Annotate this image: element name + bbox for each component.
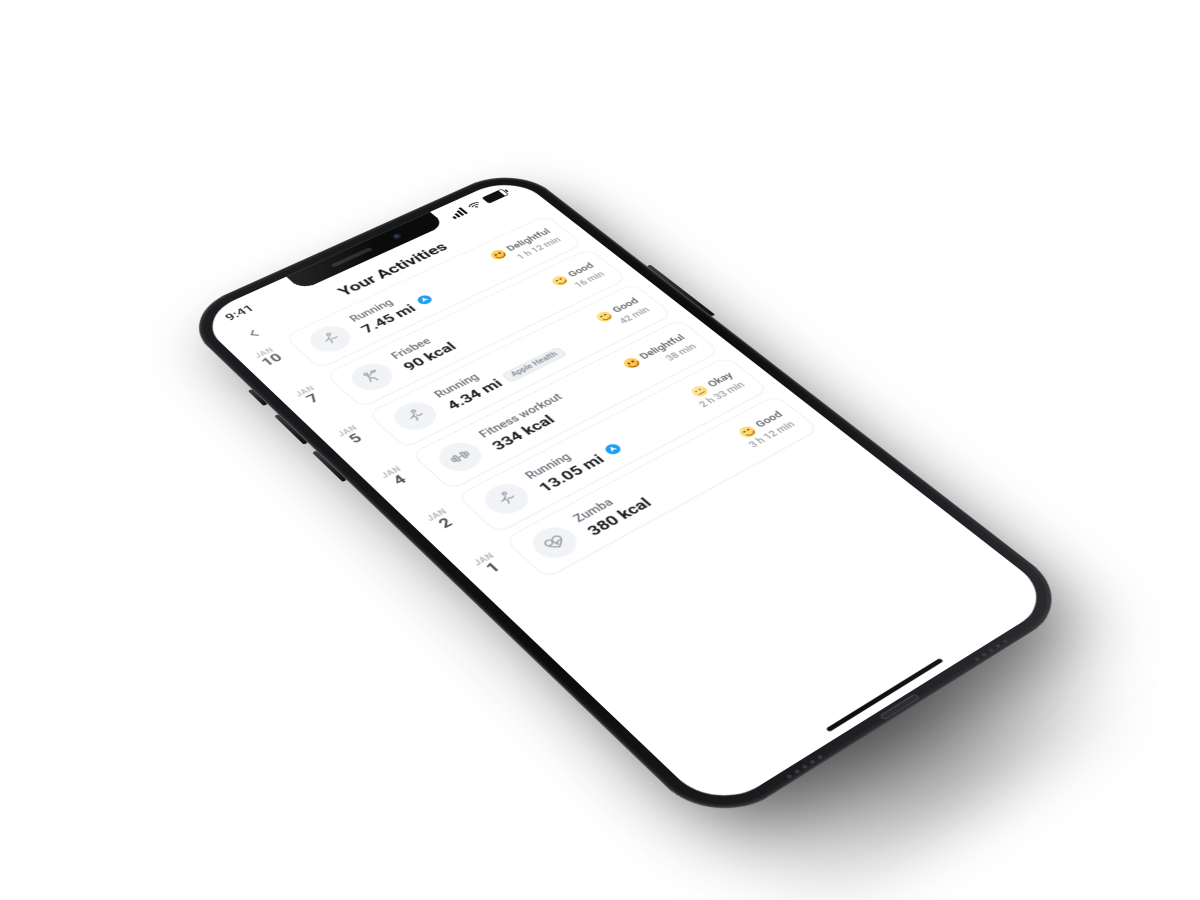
battery-icon xyxy=(482,189,509,204)
mood-delightful-icon xyxy=(488,248,508,261)
mood-delightful-icon xyxy=(620,356,642,370)
running-icon xyxy=(477,478,537,519)
wifi-icon xyxy=(464,199,485,212)
frisbee-icon xyxy=(344,358,401,395)
activity-date: JAN2 xyxy=(413,500,470,539)
activity-date: JAN4 xyxy=(368,458,424,495)
front-camera xyxy=(391,232,405,240)
activity-date: JAN1 xyxy=(460,544,518,584)
cellular-signal-icon xyxy=(448,207,468,219)
running-icon xyxy=(303,321,359,357)
heart-icon xyxy=(524,521,585,564)
mood-good-icon xyxy=(549,274,570,287)
date-day: 5 xyxy=(332,425,378,453)
running-icon xyxy=(387,397,445,435)
status-time: 9:41 xyxy=(221,302,256,322)
activity-date: JAN5 xyxy=(324,417,379,453)
dumbbell-icon xyxy=(431,437,490,477)
mood-good-icon xyxy=(594,310,615,323)
chevron-left-icon xyxy=(240,325,266,342)
activity-date: JAN7 xyxy=(282,378,336,413)
